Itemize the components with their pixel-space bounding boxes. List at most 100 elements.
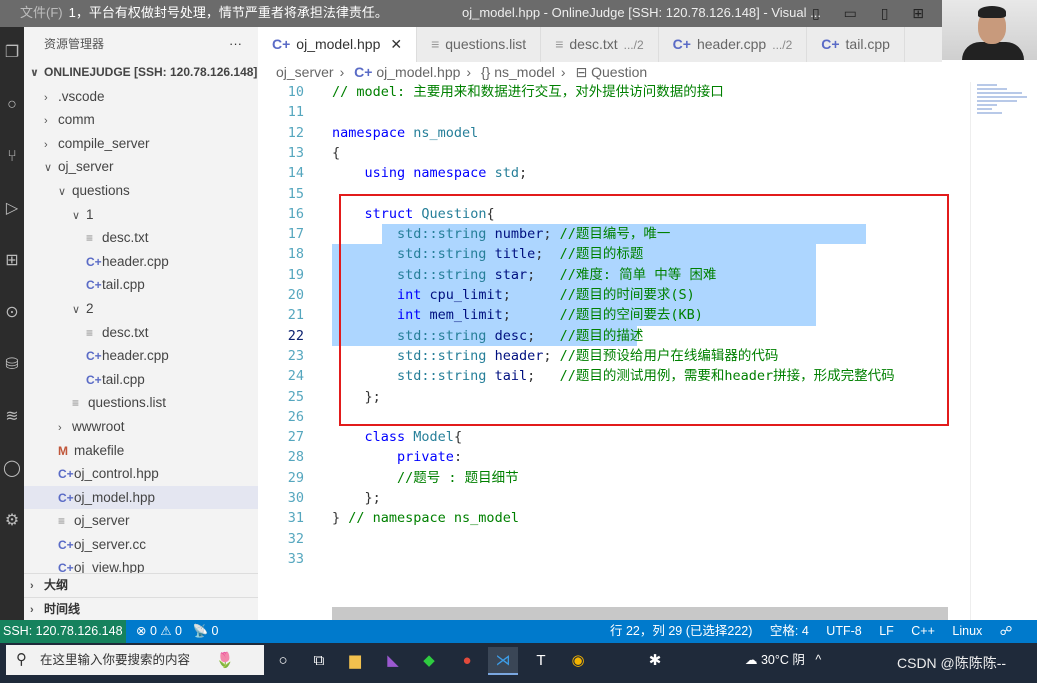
chevron-right-icon: › (44, 115, 48, 128)
tree-item[interactable]: › wwwroot (24, 415, 258, 439)
chevron-right-icon: › (44, 138, 48, 151)
tab-path: .../2 (623, 38, 644, 52)
breadcrumb-namespace[interactable]: ns_model (494, 64, 555, 80)
tree-item[interactable]: C+oj_model.hpp (24, 485, 258, 510)
tree-item[interactable]: C+tail.cpp (24, 273, 258, 297)
csdn-watermark: CSDN @陈陈陈-- (897, 655, 1007, 671)
tree-item[interactable]: C+oj_control.hpp (24, 462, 258, 486)
code-token: // namespace ns_model (348, 510, 519, 527)
ports-indicator[interactable]: 📡 0 (192, 624, 218, 638)
tree-item[interactable]: ∨ 1 (24, 203, 258, 227)
tree-item[interactable]: ∨ questions (24, 179, 258, 203)
tree-item-label: 1 (86, 206, 94, 222)
feedback-icon[interactable]: ☍ (1000, 624, 1013, 638)
remote-indicator[interactable]: SSH: 120.78.126.148 (0, 620, 126, 643)
file-explorer-icon[interactable]: ▆ (340, 647, 370, 675)
tab-tail-cpp[interactable]: C+ tail.cpp (807, 27, 905, 62)
tree-item[interactable]: ∨ oj_server (24, 155, 258, 179)
language-mode[interactable]: C++ (911, 624, 935, 638)
tab-label: questions.list (445, 36, 527, 52)
tree-item[interactable]: ≡ desc.txt (24, 226, 258, 250)
docker-icon[interactable]: ≋ (0, 391, 24, 443)
tree-item[interactable]: Mmakefile (24, 439, 258, 463)
extensions-icon[interactable]: ⊞ (0, 235, 24, 287)
tree-item[interactable]: ≡ oj_server (24, 509, 258, 533)
tree-item[interactable]: › .vscode (24, 85, 258, 109)
tree-item[interactable]: › compile_server (24, 132, 258, 156)
run-debug-icon[interactable]: ▷ (0, 183, 24, 235)
line-number: 33 (287, 550, 304, 567)
tree-item[interactable]: C+header.cpp (24, 344, 258, 368)
tree-item[interactable]: C+oj_server.cc (24, 533, 258, 557)
tree-item-label: oj_server.cc (74, 536, 147, 552)
indentation[interactable]: 空格: 4 (770, 624, 809, 638)
app-icon[interactable]: ● (452, 647, 482, 675)
tree-item[interactable]: › comm (24, 108, 258, 132)
database-icon[interactable]: ⛁ (0, 339, 24, 391)
search-icon: ⚲ (16, 651, 27, 668)
source-control-icon[interactable]: ⑂ (0, 131, 24, 183)
tree-item[interactable]: ≡ questions.list (24, 391, 258, 415)
encoding[interactable]: UTF-8 (826, 624, 861, 638)
workspace-root[interactable]: ∨ ONLINEJUDGE [SSH: 120.78.126.148] (24, 61, 258, 85)
search-placeholder: 在这里输入你要搜索的内容 (40, 653, 191, 667)
tab-label: header.cpp (696, 36, 767, 52)
explorer-icon[interactable]: ❐ (0, 27, 24, 79)
code-token: ns_model (413, 124, 479, 141)
notice-text: 1，平台有权做封号处理，情节严重者将承担法律责任。 (68, 5, 388, 20)
cpp-file-icon: C+ (354, 64, 373, 80)
tab-oj_model-hpp[interactable]: C+ oj_model.hpp ✕ (258, 27, 418, 62)
breadcrumb-folder[interactable]: oj_server (276, 64, 334, 80)
tree-item[interactable]: ≡ desc.txt (24, 321, 258, 345)
tree-item[interactable]: C+header.cpp (24, 250, 258, 274)
chevron-up-icon[interactable]: ^ (815, 653, 821, 667)
outline-section[interactable]: › 大纲 (24, 573, 258, 596)
layout-toggle-icons[interactable]: ▯ ▭ ▯ ⊞ (812, 5, 934, 22)
line-ending[interactable]: LF (879, 624, 894, 638)
flower-widget-icon[interactable]: 🌷 (210, 647, 240, 675)
more-actions-button[interactable]: ··· (229, 27, 242, 61)
explorer-sidebar: 资源管理器 ··· ∨ ONLINEJUDGE [SSH: 120.78.126.… (24, 27, 258, 620)
text-file-icon: ≡ (555, 36, 564, 52)
breadcrumb-struct[interactable]: Question (591, 64, 647, 80)
breadcrumb-file[interactable]: oj_model.hpp (376, 64, 460, 80)
menu-file[interactable]: 文件(F) (20, 5, 63, 20)
tab-header-cpp[interactable]: C+ header.cpp .../2 (659, 27, 808, 62)
tab-questions-list[interactable]: ≡ questions.list (417, 27, 542, 62)
tab-desc-txt[interactable]: ≡ desc.txt .../2 (541, 27, 659, 62)
chrome-icon[interactable]: ◉ (563, 647, 593, 675)
problems-indicator[interactable]: ⊗ 0 ⚠ 0 (136, 624, 182, 638)
tree-item[interactable]: C+tail.cpp (24, 368, 258, 392)
app-icon[interactable]: ✱ (640, 647, 670, 675)
close-icon[interactable]: ✕ (390, 36, 402, 52)
tree-item-label: header.cpp (102, 253, 169, 269)
gear-icon[interactable]: ⚙ (0, 495, 24, 547)
account-icon[interactable]: ◯ (0, 443, 24, 495)
cpp-file-icon: C+ (58, 467, 74, 482)
remote-explorer-icon[interactable]: ⊙ (0, 287, 24, 339)
tree-item-label: oj_model.hpp (74, 489, 156, 505)
line-number: 27 (287, 429, 304, 446)
annotation-highlight-box (339, 194, 949, 426)
horizontal-scrollbar[interactable] (332, 607, 948, 620)
visual-studio-icon[interactable]: ◣ (378, 647, 408, 675)
search-icon[interactable]: ○ (0, 79, 24, 131)
task-view-icon[interactable]: ⧉ (304, 647, 334, 675)
tree-item-label: wwwroot (72, 418, 125, 434)
tree-item-label: oj_server (74, 513, 130, 529)
minimap[interactable] (970, 82, 1037, 620)
timeline-section[interactable]: › 时间线 (24, 597, 258, 620)
weather-text[interactable]: 30°C 阴 (761, 653, 805, 667)
gitkraken-icon[interactable]: ◆ (414, 647, 444, 675)
text-file-icon: ≡ (72, 396, 80, 411)
cortana-icon[interactable]: ○ (268, 647, 298, 675)
vscode-icon[interactable]: ⋊ (488, 647, 518, 675)
line-number: 22 (287, 327, 304, 344)
cpp-file-icon: C+ (58, 490, 74, 505)
cursor-position[interactable]: 行 22，列 29 (已选择222) (610, 624, 752, 638)
code-line: 29 //题号 : 题目细节 (258, 468, 970, 488)
typora-icon[interactable]: T (526, 647, 556, 675)
platform[interactable]: Linux (952, 624, 982, 638)
tree-item[interactable]: ∨ 2 (24, 297, 258, 321)
